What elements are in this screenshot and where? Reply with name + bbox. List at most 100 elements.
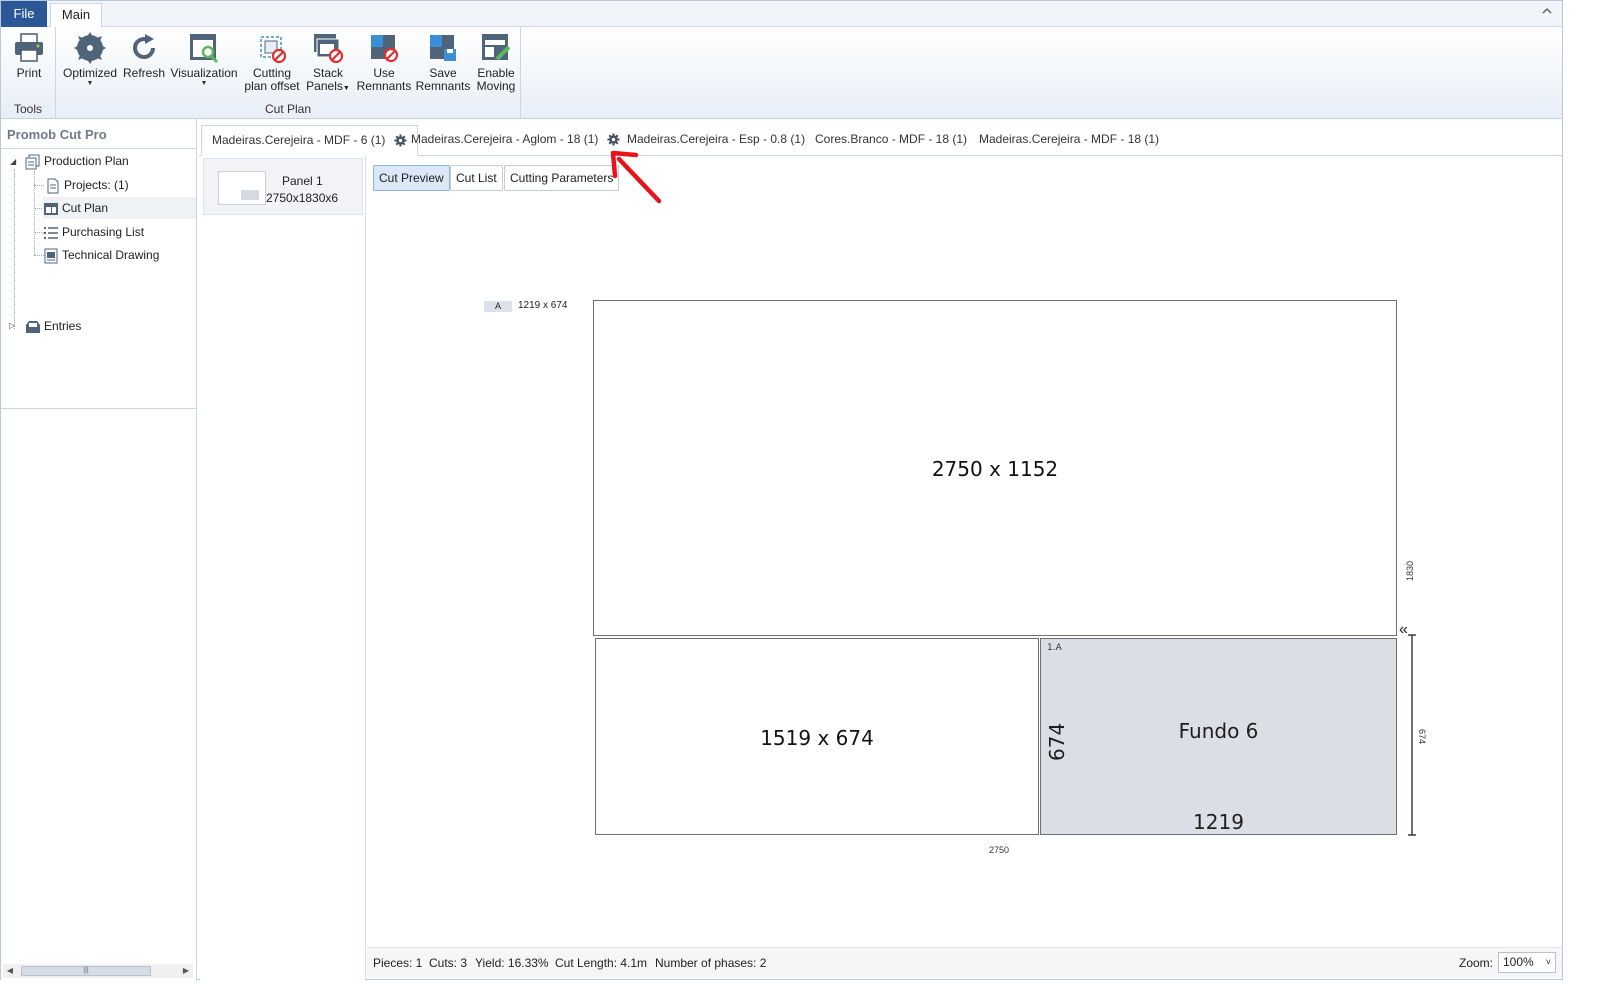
expand-arrow-icon[interactable]: ▷: [9, 321, 15, 330]
status-cut-length: Cut Length: 4.1m: [555, 956, 648, 970]
use-remnants-button[interactable]: Use Remnants: [356, 31, 412, 93]
refresh-button[interactable]: Refresh: [122, 31, 166, 80]
enable-moving-icon: [482, 34, 511, 61]
remnant-top[interactable]: 2750 x 1152: [593, 300, 1397, 636]
tab-material-5[interactable]: Madeiras.Cerejeira - MDF - 18 (1): [969, 125, 1169, 156]
horizontal-scrollbar[interactable]: ◀ ||| ▶: [3, 964, 193, 978]
tab-label: Madeiras.Cerejeira - MDF - 6 (1): [212, 133, 386, 147]
tools-group: Print Tools: [1, 27, 56, 119]
scroll-right-icon[interactable]: ▶: [179, 964, 193, 978]
tree-item-entries[interactable]: Entries: [25, 315, 81, 337]
zoom-select[interactable]: 100% ˅: [1498, 952, 1556, 973]
app-window: File Main Print Tools Optimized ▼ Refres…: [0, 0, 1563, 981]
total-width-dimension: 2750: [989, 845, 1010, 855]
region-dimension: 2750 x 1152: [931, 457, 1059, 481]
cutting-offset-icon: [260, 36, 287, 64]
region-dimension: 1519 x 674: [760, 726, 874, 750]
tab-cut-preview[interactable]: Cut Preview: [373, 165, 450, 191]
tab-label: Cores.Branco - MDF - 18 (1): [815, 132, 968, 146]
main-tab[interactable]: Main: [50, 3, 102, 28]
panel-size: 2750x1830x6: [266, 191, 339, 205]
print-button[interactable]: Print: [9, 31, 49, 80]
save-remnants-label-1: Save: [429, 66, 457, 80]
navigation-pane: Promob Cut Pro ◢ Production Plan Project…: [1, 119, 197, 981]
tree-item-purchasing-list[interactable]: Purchasing List: [43, 221, 144, 243]
chevron-down-icon: ▼: [86, 80, 94, 87]
optimized-label: Optimized: [62, 66, 118, 80]
piece-id: 1.A: [1047, 643, 1062, 653]
enable-moving-label-1: Enable: [477, 66, 515, 80]
material-tabs: Madeiras.Cerejeira - MDF - 6 (1) Madeira…: [199, 121, 1562, 156]
tree-item-production-plan[interactable]: Production Plan: [25, 150, 129, 172]
printer-icon: [15, 33, 43, 62]
saw-blade-icon: [74, 32, 106, 64]
scroll-left-icon[interactable]: ◀: [3, 964, 17, 978]
visualization-button[interactable]: Visualization ▼: [170, 31, 238, 88]
production-plan-icon: [25, 154, 40, 170]
status-pieces: Pieces: 1: [373, 956, 423, 970]
zoom-label: Zoom:: [1459, 956, 1494, 970]
tab-label: Madeiras.Cerejeira - MDF - 18 (1): [979, 132, 1160, 146]
collapse-ribbon-icon[interactable]: [1540, 5, 1554, 19]
stack-panels-icon: [314, 34, 344, 64]
enable-moving-button[interactable]: Enable Moving: [473, 31, 519, 93]
visualization-label: Visualization: [170, 66, 238, 80]
refresh-label: Refresh: [122, 66, 166, 80]
save-remnants-label-2: Remnants: [415, 79, 471, 93]
cutting-plan-offset-button[interactable]: Cutting plan offset: [242, 31, 302, 93]
stack-panels-button[interactable]: Stack Panels▼: [306, 31, 350, 95]
status-bar: Pieces: 1 Cuts: 3 Yield: 16.33% Cut Leng…: [367, 947, 1562, 978]
tab-material-4[interactable]: Cores.Branco - MDF - 18 (1): [805, 125, 977, 156]
piece-fundo-6[interactable]: 1.A Fundo 6 1219 674: [1040, 638, 1397, 835]
tab-material-2[interactable]: Madeiras.Cerejeira - Aglom - 18 (1): [401, 125, 630, 156]
panel-card[interactable]: Panel 1 2750x1830x6: [203, 158, 363, 215]
tree-label: Technical Drawing: [62, 248, 160, 262]
plan-badge: A: [484, 301, 512, 312]
tree-label: Entries: [44, 319, 82, 333]
tree-item-projects[interactable]: Projects: (1): [45, 174, 129, 196]
annotation-arrow-icon: [610, 150, 662, 204]
tab-material-1[interactable]: Madeiras.Cerejeira - MDF - 6 (1): [201, 125, 418, 156]
zoom-value: 100%: [1503, 955, 1534, 969]
piece-height: 674: [1045, 722, 1069, 761]
pane-title: Promob Cut Pro: [7, 127, 107, 142]
remnant-bottom-left[interactable]: 1519 x 674: [595, 638, 1039, 835]
tab-cut-list[interactable]: Cut List: [450, 165, 503, 191]
visualization-icon: [190, 34, 219, 64]
enable-moving-label-2: Moving: [476, 79, 516, 93]
file-tab[interactable]: File: [1, 1, 47, 27]
cutting-offset-label-2: plan offset: [244, 79, 300, 93]
piece-width: 1219: [1193, 810, 1244, 834]
collapse-arrow-icon[interactable]: ◢: [10, 157, 16, 166]
tree-item-technical-drawing[interactable]: Technical Drawing: [43, 244, 159, 266]
stack-panels-label-1: Stack: [312, 66, 343, 80]
use-remnants-label-2: Remnants: [356, 79, 412, 93]
tree-connector: [14, 169, 15, 329]
tree-item-cut-plan[interactable]: Cut Plan: [43, 197, 196, 219]
scroll-thumb[interactable]: |||: [21, 966, 151, 976]
tools-group-label: Tools: [13, 102, 42, 116]
tree-label: Cut Plan: [62, 201, 109, 215]
stack-panels-label-2: Panels: [306, 79, 343, 93]
divider: [1, 148, 197, 149]
document-icon: [47, 178, 59, 194]
list-icon: [44, 226, 58, 239]
entries-icon: [26, 320, 40, 333]
tree-label: Purchasing List: [62, 225, 145, 239]
plan-badge-size: 1219 x 674: [518, 300, 568, 311]
piece-name: Fundo 6: [1178, 719, 1259, 743]
chevron-down-icon: ˅: [1545, 957, 1551, 967]
tree-label: Production Plan: [44, 154, 129, 168]
optimized-button[interactable]: Optimized ▼: [61, 31, 119, 88]
status-phases: Number of phases: 2: [655, 956, 767, 970]
divider: [1, 408, 197, 409]
piece-height-dimension: 674: [1417, 729, 1427, 745]
print-label: Print: [16, 66, 42, 80]
tree-connector: [34, 185, 44, 186]
cutting-offset-label-1: Cutting: [252, 66, 292, 80]
panel-name: Panel 1: [282, 174, 323, 188]
save-remnants-icon: [430, 35, 456, 61]
save-remnants-button[interactable]: Save Remnants: [415, 31, 471, 93]
ribbon-tab-strip: File Main: [1, 1, 1562, 28]
refresh-icon: [133, 34, 155, 59]
